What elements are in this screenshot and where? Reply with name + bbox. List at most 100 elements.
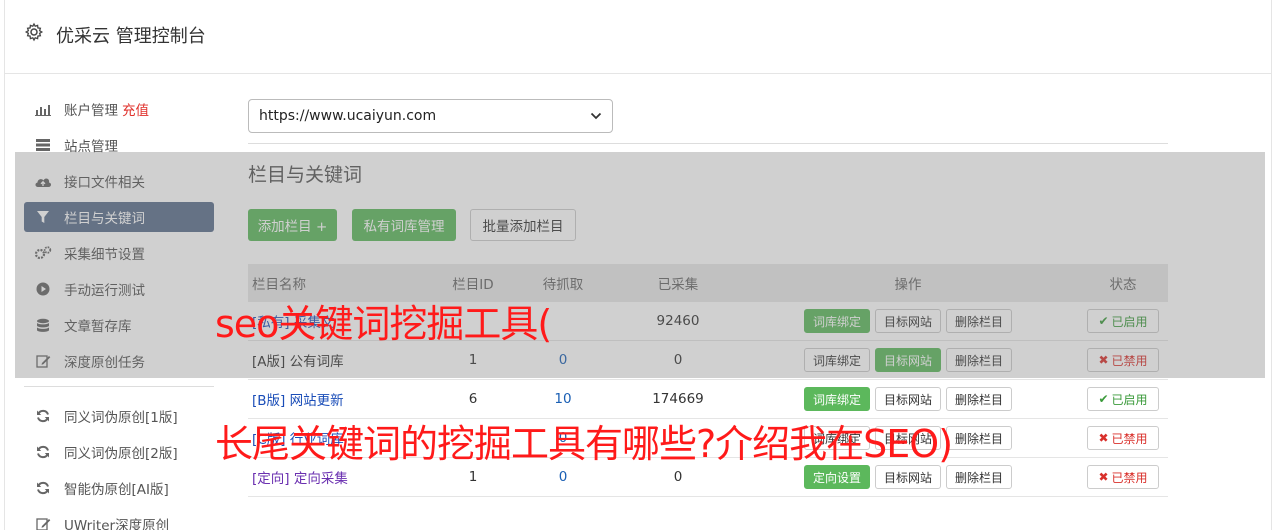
status-cell: ✖ 已禁用 bbox=[1078, 465, 1168, 489]
column-title: 行业词库 bbox=[289, 432, 344, 448]
status-label: 已禁用 bbox=[1111, 353, 1148, 368]
sidebar-item-article-store[interactable]: 文章暂存库 bbox=[24, 310, 214, 340]
status-toggle[interactable]: ✔ 已启用 bbox=[1087, 387, 1159, 411]
bind-lib-button[interactable]: 词库绑定 bbox=[803, 426, 870, 450]
col-header-ops: 操作 bbox=[894, 277, 922, 293]
sidebar-item-account[interactable]: 账户管理 充值 bbox=[24, 94, 214, 124]
header: 优采云 管理控制台 bbox=[4, 0, 1272, 74]
target-site-button[interactable]: 目标网站 bbox=[874, 426, 941, 450]
delete-column-button[interactable]: 删除栏目 bbox=[946, 348, 1013, 372]
sidebar-item-label: UWriter深度原创 bbox=[64, 518, 170, 530]
status-toggle[interactable]: ✖ 已禁用 bbox=[1087, 465, 1159, 489]
status-toggle[interactable]: ✔ 已启用 bbox=[1087, 309, 1159, 333]
column-prefix: [C版] bbox=[252, 432, 286, 448]
check-icon: ✔ bbox=[1098, 392, 1109, 406]
column-name[interactable]: [C版] 行业词库 bbox=[248, 428, 438, 448]
bind-lib-button[interactable]: 词库绑定 bbox=[803, 348, 870, 372]
column-got-count: 174669 bbox=[652, 391, 704, 407]
target-site-button[interactable]: 目标网站 bbox=[874, 465, 941, 489]
sidebar-item-label: 采集细节设置 bbox=[64, 247, 145, 263]
gear-icon bbox=[24, 22, 44, 42]
recharge-link[interactable]: 充值 bbox=[122, 99, 149, 119]
column-title: 采集文 bbox=[293, 315, 335, 331]
delete-column-button[interactable]: 删除栏目 bbox=[946, 465, 1013, 489]
column-name[interactable]: [私有] 采集文 bbox=[248, 311, 438, 331]
delete-column-button[interactable]: 删除栏目 bbox=[946, 387, 1013, 411]
column-id: 6 bbox=[468, 391, 478, 407]
sidebar-item-uwriter[interactable]: UWriter深度原创 bbox=[24, 509, 214, 530]
batch-add-button[interactable]: 批量添加栏目 bbox=[470, 209, 576, 241]
sidebar-item-label: 深度原创任务 bbox=[64, 355, 145, 371]
column-got-count: 0 bbox=[673, 469, 683, 485]
column-name[interactable]: [B版] 网站更新 bbox=[248, 389, 438, 409]
sidebar-item-label: 栏目与关键词 bbox=[64, 211, 145, 227]
column-grab-count: 0 bbox=[558, 469, 568, 485]
row-actions: 定向设置 目标网站 删除栏目 bbox=[738, 465, 1078, 489]
column-name[interactable]: [A版] 公有词库 bbox=[248, 350, 438, 370]
col-header-grab: 待抓取 bbox=[542, 277, 584, 293]
status-cell: ✔ 已启用 bbox=[1078, 387, 1168, 411]
sidebar-item-label: 同义词伪原创[2版] bbox=[64, 446, 178, 462]
sidebar-item-sites[interactable]: 站点管理 bbox=[24, 130, 214, 160]
site-select-value: https://www.ucaiyun.com bbox=[259, 108, 437, 124]
status-cell: ✔ 已启用 bbox=[1078, 309, 1168, 333]
edit-icon bbox=[34, 516, 52, 530]
site-select[interactable]: https://www.ucaiyun.com bbox=[248, 99, 613, 133]
sidebar-item-deep-original[interactable]: 深度原创任务 bbox=[24, 346, 214, 376]
refresh-icon bbox=[34, 480, 52, 496]
column-id: 1 bbox=[468, 352, 478, 368]
sidebar-item-ai-original[interactable]: 智能伪原创[AI版] bbox=[24, 473, 214, 503]
sidebar-item-columns[interactable]: 栏目与关键词 bbox=[24, 202, 214, 232]
status-label: 已禁用 bbox=[1111, 431, 1148, 446]
server-icon bbox=[34, 137, 52, 153]
bar-chart-icon bbox=[34, 101, 52, 117]
column-title: 公有词库 bbox=[289, 354, 344, 370]
edit-icon bbox=[34, 353, 52, 369]
status-toggle[interactable]: ✖ 已禁用 bbox=[1087, 426, 1159, 450]
sidebar-item-label: 智能伪原创[AI版] bbox=[64, 482, 169, 498]
row-actions: 词库绑定 目标网站 删除栏目 bbox=[738, 387, 1078, 411]
close-icon: ✖ bbox=[1098, 353, 1109, 367]
target-site-button[interactable]: 目标网站 bbox=[874, 309, 941, 333]
sidebar-item-manual-test[interactable]: 手动运行测试 bbox=[24, 274, 214, 304]
bind-lib-button[interactable]: 定向设置 bbox=[803, 465, 870, 489]
delete-column-button[interactable]: 删除栏目 bbox=[946, 309, 1013, 333]
col-header-id: 栏目ID bbox=[452, 277, 494, 293]
sidebar-item-label: 接口文件相关 bbox=[64, 175, 145, 191]
divider bbox=[248, 143, 1168, 144]
add-column-button[interactable]: 添加栏目 + bbox=[248, 209, 337, 241]
table-row: [A版] 公有词库 1 0 0 词库绑定 目标网站 删除栏目 ✖ 已禁用 bbox=[248, 341, 1168, 380]
column-got-count: 92460 bbox=[656, 313, 700, 329]
column-title: 网站更新 bbox=[289, 393, 344, 409]
status-cell: ✖ 已禁用 bbox=[1078, 348, 1168, 372]
section-title: 栏目与关键词 bbox=[248, 164, 363, 186]
table-row: [私有] 采集文 92460 词库绑定 目标网站 删除栏目 ✔ 已启用 bbox=[248, 302, 1168, 341]
column-title: 定向采集 bbox=[293, 471, 348, 487]
filter-icon bbox=[34, 209, 52, 225]
sidebar-item-collect-settings[interactable]: 采集细节设置 bbox=[24, 238, 214, 268]
private-lib-button[interactable]: 私有词库管理 bbox=[352, 209, 456, 241]
sidebar-item-synonym-v2[interactable]: 同义词伪原创[2版] bbox=[24, 437, 214, 467]
status-label: 已启用 bbox=[1111, 314, 1148, 329]
column-grab-count: 10 bbox=[554, 391, 572, 407]
table-row: [B版] 网站更新 6 10 174669 词库绑定 目标网站 删除栏目 ✔ 已… bbox=[248, 380, 1168, 419]
refresh-icon bbox=[34, 408, 52, 424]
sidebar-item-label: 文章暂存库 bbox=[64, 319, 132, 335]
database-icon bbox=[34, 317, 52, 333]
page-title: 优采云 管理控制台 bbox=[56, 26, 206, 47]
bind-lib-button[interactable]: 词库绑定 bbox=[803, 309, 870, 333]
play-circle-icon bbox=[34, 281, 52, 297]
refresh-icon bbox=[34, 444, 52, 460]
close-icon: ✖ bbox=[1098, 431, 1109, 445]
target-site-button[interactable]: 目标网站 bbox=[874, 387, 941, 411]
column-prefix: [定向] bbox=[252, 471, 290, 487]
column-name[interactable]: [定向] 定向采集 bbox=[248, 467, 438, 487]
row-actions: 词库绑定 目标网站 删除栏目 bbox=[738, 309, 1078, 333]
sidebar-item-interface[interactable]: 接口文件相关 bbox=[24, 166, 214, 196]
column-prefix: [A版] bbox=[252, 354, 286, 370]
delete-column-button[interactable]: 删除栏目 bbox=[946, 426, 1013, 450]
bind-lib-button[interactable]: 词库绑定 bbox=[803, 387, 870, 411]
status-toggle[interactable]: ✖ 已禁用 bbox=[1087, 348, 1159, 372]
sidebar-item-synonym-v1[interactable]: 同义词伪原创[1版] bbox=[24, 401, 214, 431]
target-site-button[interactable]: 目标网站 bbox=[874, 348, 941, 372]
